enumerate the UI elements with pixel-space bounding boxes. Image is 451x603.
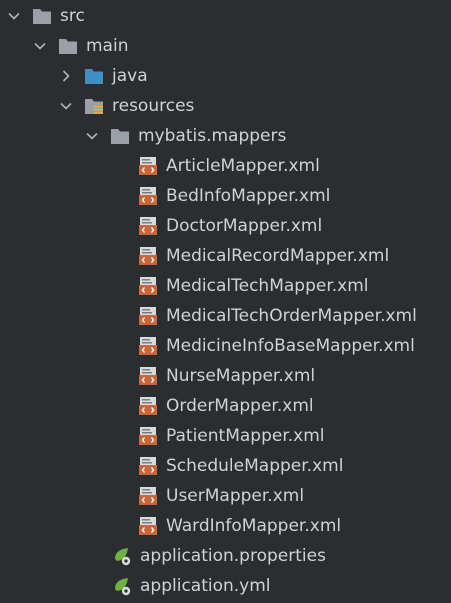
chevron-down-icon[interactable] <box>58 98 74 114</box>
tree-file-xml[interactable]: BedInfoMapper.xml <box>0 181 451 211</box>
tree-file-label: UserMapper.xml <box>166 486 305 506</box>
tree-node-src[interactable]: src <box>0 1 451 31</box>
tree-file-xml[interactable]: ScheduleMapper.xml <box>0 451 451 481</box>
tree-file-label: MedicalTechOrderMapper.xml <box>166 306 417 326</box>
source-folder-icon <box>84 66 104 86</box>
resources-folder-icon <box>84 96 104 116</box>
xml-file-icon <box>138 456 158 476</box>
xml-file-icon <box>138 486 158 506</box>
folder-icon <box>58 36 78 56</box>
tree-file-label: BedInfoMapper.xml <box>166 186 331 206</box>
folder-icon <box>32 6 52 26</box>
tree-file-label: application.properties <box>140 546 326 566</box>
tree-file-config[interactable]: application.yml <box>0 571 451 601</box>
tree-file-xml[interactable]: PatientMapper.xml <box>0 421 451 451</box>
tree-node-label: resources <box>112 96 195 116</box>
tree-file-xml[interactable]: ArticleMapper.xml <box>0 151 451 181</box>
xml-file-icon <box>138 336 158 356</box>
spring-config-icon <box>112 576 132 596</box>
tree-node-label: java <box>112 66 148 86</box>
tree-file-xml[interactable]: NurseMapper.xml <box>0 361 451 391</box>
xml-file-icon <box>138 366 158 386</box>
tree-node-label: mybatis.mappers <box>138 126 287 146</box>
chevron-down-icon[interactable] <box>84 128 100 144</box>
tree-node-main[interactable]: main <box>0 31 451 61</box>
xml-file-icon <box>138 186 158 206</box>
tree-node-mybatis-mappers[interactable]: mybatis.mappers <box>0 121 451 151</box>
tree-node-resources[interactable]: resources <box>0 91 451 121</box>
xml-file-icon <box>138 306 158 326</box>
xml-file-icon <box>138 246 158 266</box>
tree-file-xml[interactable]: DoctorMapper.xml <box>0 211 451 241</box>
package-folder-icon <box>110 126 130 146</box>
tree-file-xml[interactable]: UserMapper.xml <box>0 481 451 511</box>
tree-file-xml[interactable]: MedicalTechOrderMapper.xml <box>0 301 451 331</box>
tree-node-label: src <box>60 6 85 26</box>
tree-file-xml[interactable]: MedicalRecordMapper.xml <box>0 241 451 271</box>
tree-file-label: DoctorMapper.xml <box>166 216 323 236</box>
tree-file-label: OrderMapper.xml <box>166 396 314 416</box>
tree-file-label: WardInfoMapper.xml <box>166 516 342 536</box>
tree-node-java[interactable]: java <box>0 61 451 91</box>
spring-config-icon <box>112 546 132 566</box>
tree-file-label: MedicineInfoBaseMapper.xml <box>166 336 415 356</box>
tree-node-label: main <box>86 36 129 56</box>
chevron-down-icon[interactable] <box>6 8 22 24</box>
tree-file-xml[interactable]: MedicalTechMapper.xml <box>0 271 451 301</box>
xml-file-icon <box>138 396 158 416</box>
project-tree: src main java resources mybatis.mappers … <box>0 0 451 603</box>
tree-file-xml[interactable]: WardInfoMapper.xml <box>0 511 451 541</box>
tree-file-label: MedicalTechMapper.xml <box>166 276 369 296</box>
tree-file-label: application.yml <box>140 576 271 596</box>
tree-file-label: NurseMapper.xml <box>166 366 316 386</box>
tree-file-xml[interactable]: MedicineInfoBaseMapper.xml <box>0 331 451 361</box>
chevron-right-icon[interactable] <box>58 68 74 84</box>
chevron-down-icon[interactable] <box>32 38 48 54</box>
tree-file-label: ScheduleMapper.xml <box>166 456 344 476</box>
tree-file-label: MedicalRecordMapper.xml <box>166 246 390 266</box>
tree-file-xml[interactable]: OrderMapper.xml <box>0 391 451 421</box>
xml-file-icon <box>138 426 158 446</box>
tree-file-label: PatientMapper.xml <box>166 426 325 446</box>
tree-file-config[interactable]: application.properties <box>0 541 451 571</box>
tree-file-label: ArticleMapper.xml <box>166 156 320 176</box>
xml-file-icon <box>138 516 158 536</box>
xml-file-icon <box>138 216 158 236</box>
xml-file-icon <box>138 276 158 296</box>
xml-file-icon <box>138 156 158 176</box>
